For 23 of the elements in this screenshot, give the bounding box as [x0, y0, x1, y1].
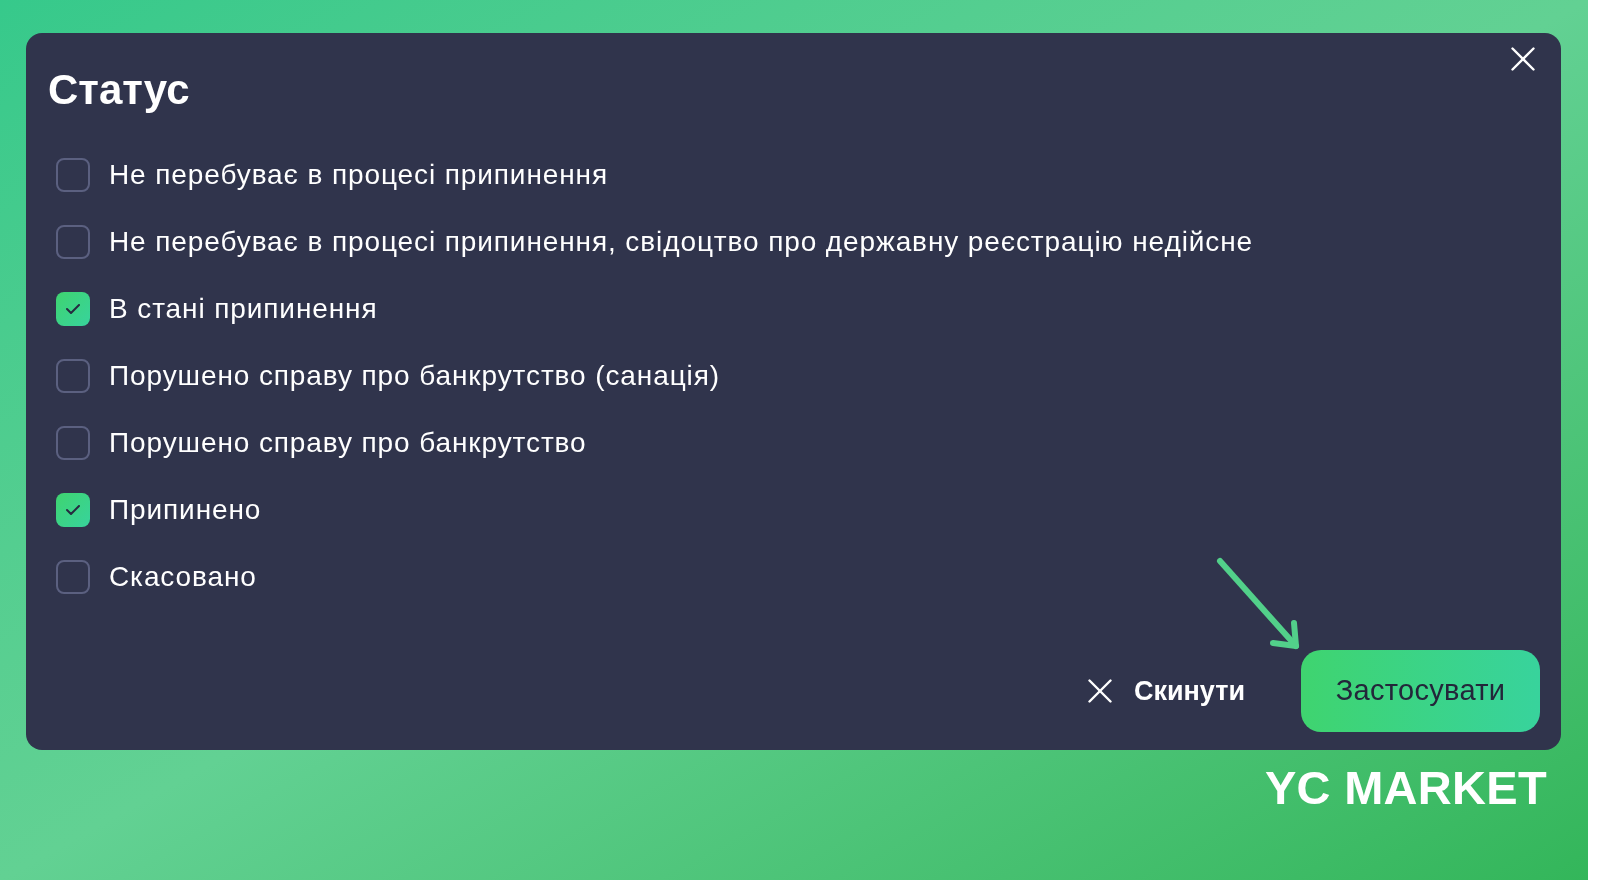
option-label: Не перебуває в процесі припинення, свідоцтво про державну реєстрацію недійсне [109, 224, 1254, 259]
close-icon [1511, 47, 1535, 71]
option-label: Порушено справу про банкрутство (санація) [109, 358, 720, 393]
logo: YC MARKET [1264, 760, 1547, 816]
cross-icon [1087, 679, 1112, 703]
option-label: Не перебуває в процесі припинення [109, 157, 608, 192]
option-label: В стані припинення [109, 291, 378, 326]
option-label: Припинено [109, 492, 262, 527]
close-button[interactable] [1511, 47, 1535, 71]
checkmark-icon [66, 504, 80, 515]
checkbox[interactable] [56, 224, 90, 259]
checkbox[interactable] [56, 291, 90, 326]
reset-button[interactable]: Скинути [1087, 650, 1245, 732]
checkbox[interactable] [56, 157, 90, 192]
checkbox[interactable] [56, 358, 90, 393]
option-label: Порушено справу про банкрутство [109, 425, 587, 460]
checkmark-icon [66, 303, 80, 314]
checkbox[interactable] [56, 559, 90, 594]
checkbox[interactable] [56, 492, 90, 527]
apply-button[interactable]: Застосувати [1301, 650, 1540, 732]
checkbox[interactable] [56, 425, 90, 460]
option-label: Скасовано [109, 559, 257, 594]
dialog-title: Статус [48, 66, 190, 114]
